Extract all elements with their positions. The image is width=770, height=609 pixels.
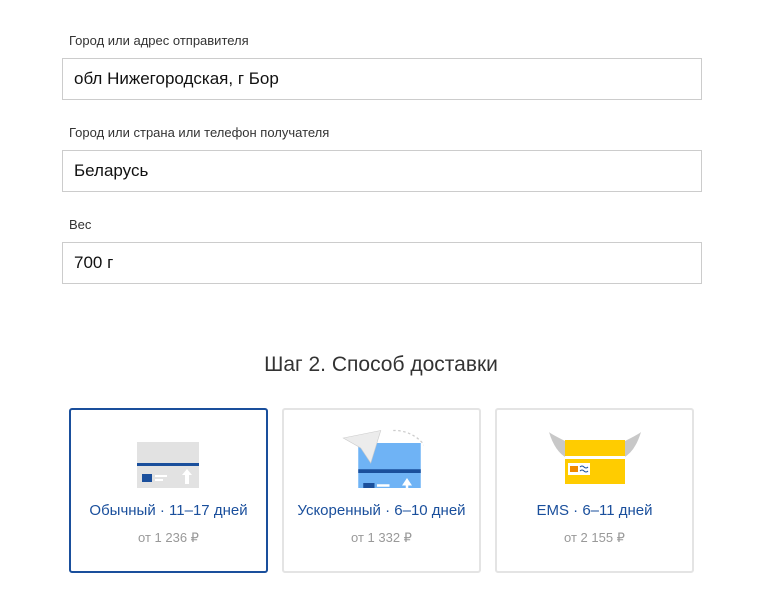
step2-title: Шаг 2. Способ доставки xyxy=(264,353,498,376)
recipient-label: Город или страна или телефон получателя xyxy=(69,125,330,140)
option-title: EMS · 6–11 дней xyxy=(536,502,653,519)
recipient-input[interactable] xyxy=(62,150,702,192)
weight-label: Вес xyxy=(69,217,92,232)
delivery-option-express[interactable]: Ускоренный · 6–10 дней от 1 332 ₽ xyxy=(282,408,481,573)
standard-parcel-icon xyxy=(137,442,199,488)
option-price: от 1 332 ₽ xyxy=(351,530,412,545)
option-price: от 2 155 ₽ xyxy=(564,530,625,545)
option-price: от 1 236 ₽ xyxy=(138,530,199,545)
sender-label: Город или адрес отправителя xyxy=(69,33,249,48)
delivery-option-standard[interactable]: Обычный · 11–17 дней от 1 236 ₽ xyxy=(69,408,268,573)
weight-input[interactable] xyxy=(62,242,702,284)
delivery-option-ems[interactable]: EMS · 6–11 дней от 2 155 ₽ xyxy=(495,408,694,573)
express-parcel-icon xyxy=(342,429,424,488)
sender-input[interactable] xyxy=(62,58,702,100)
option-title: Ускоренный · 6–10 дней xyxy=(297,502,466,519)
ems-parcel-icon xyxy=(549,432,641,484)
option-title: Обычный · 11–17 дней xyxy=(89,502,248,519)
